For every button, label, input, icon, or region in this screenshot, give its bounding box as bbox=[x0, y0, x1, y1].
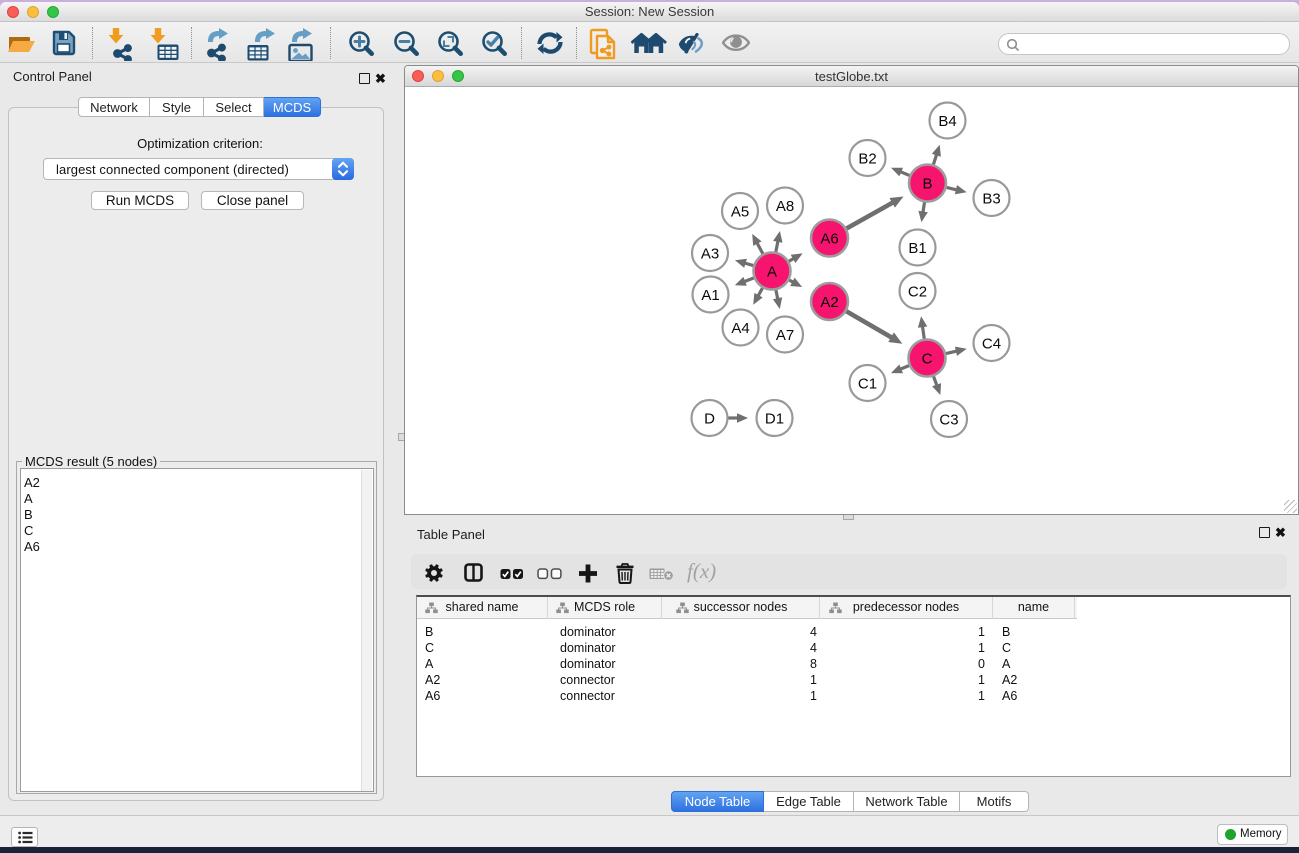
svg-text:C2: C2 bbox=[908, 284, 927, 301]
svg-text:A6: A6 bbox=[820, 231, 838, 248]
svg-text:A5: A5 bbox=[731, 204, 749, 221]
svg-text:D1: D1 bbox=[765, 411, 784, 428]
svg-text:C4: C4 bbox=[982, 336, 1001, 353]
svg-text:A: A bbox=[767, 264, 777, 281]
svg-text:B2: B2 bbox=[858, 151, 876, 168]
svg-text:A1: A1 bbox=[701, 287, 719, 304]
svg-text:C1: C1 bbox=[858, 376, 877, 393]
svg-text:A7: A7 bbox=[776, 327, 794, 344]
svg-text:B4: B4 bbox=[938, 113, 956, 130]
svg-text:B: B bbox=[922, 176, 932, 193]
svg-text:A8: A8 bbox=[776, 198, 794, 215]
svg-text:B1: B1 bbox=[908, 240, 926, 257]
svg-text:D: D bbox=[704, 411, 715, 428]
svg-text:C3: C3 bbox=[939, 412, 958, 429]
svg-text:A4: A4 bbox=[731, 320, 749, 337]
svg-text:B3: B3 bbox=[982, 191, 1000, 208]
svg-text:A3: A3 bbox=[701, 246, 719, 263]
svg-text:A2: A2 bbox=[820, 294, 838, 311]
svg-text:C: C bbox=[922, 351, 933, 368]
